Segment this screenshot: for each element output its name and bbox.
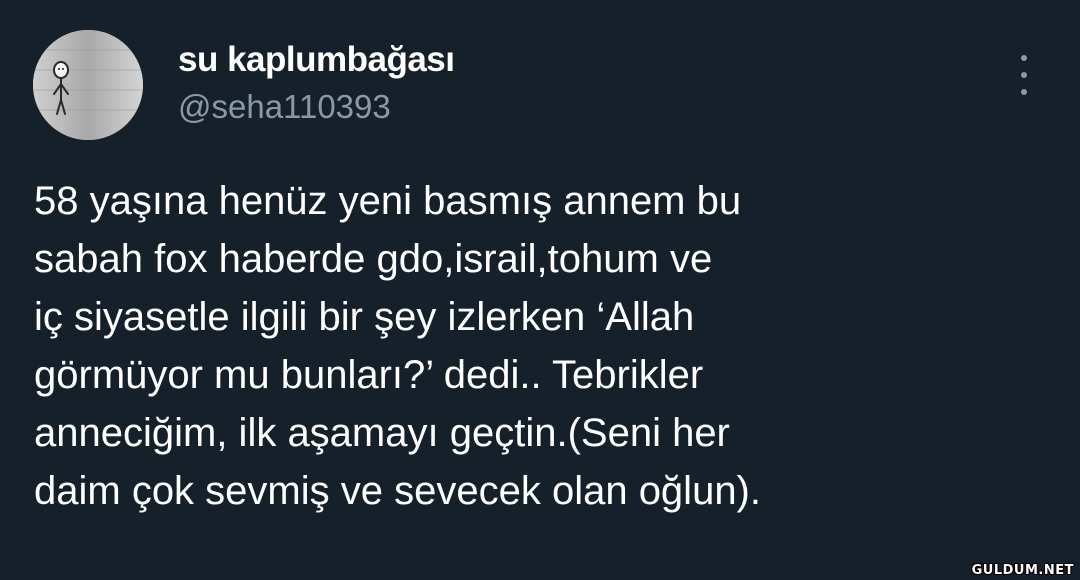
- tweet-text: 58 yaşına henüz yeni basmış annem bu sab…: [34, 172, 1044, 520]
- author-name[interactable]: su kaplumbağası: [178, 40, 455, 80]
- avatar[interactable]: [33, 30, 143, 140]
- tweet-text-line: 58 yaşına henüz yeni basmış annem bu: [34, 179, 742, 223]
- more-vertical-icon-dot: [1021, 72, 1027, 78]
- tweet-text-line: sabah fox haberde gdo,israil,tohum ve: [34, 237, 713, 281]
- tweet-text-line: görmüyor mu bunları?’ dedi.. Tebrikler: [34, 353, 704, 397]
- more-vertical-icon-dot: [1021, 89, 1027, 95]
- tweet-text-line: anneciğim, ilk aşamayı geçtin.(Seni her: [34, 411, 730, 455]
- watermark: GULDUM.NET: [971, 563, 1074, 578]
- tweet-text-line: iç siyasetle ilgili bir şey izlerken ‘Al…: [34, 295, 695, 339]
- author-handle[interactable]: @seha110393: [178, 88, 391, 126]
- more-vertical-icon: [1021, 55, 1027, 61]
- tweet-text-line: daim çok sevmiş ve sevecek olan oğlun).: [34, 469, 761, 513]
- stick-figure-avatar-icon: [33, 30, 143, 140]
- more-options-button[interactable]: [1012, 55, 1036, 95]
